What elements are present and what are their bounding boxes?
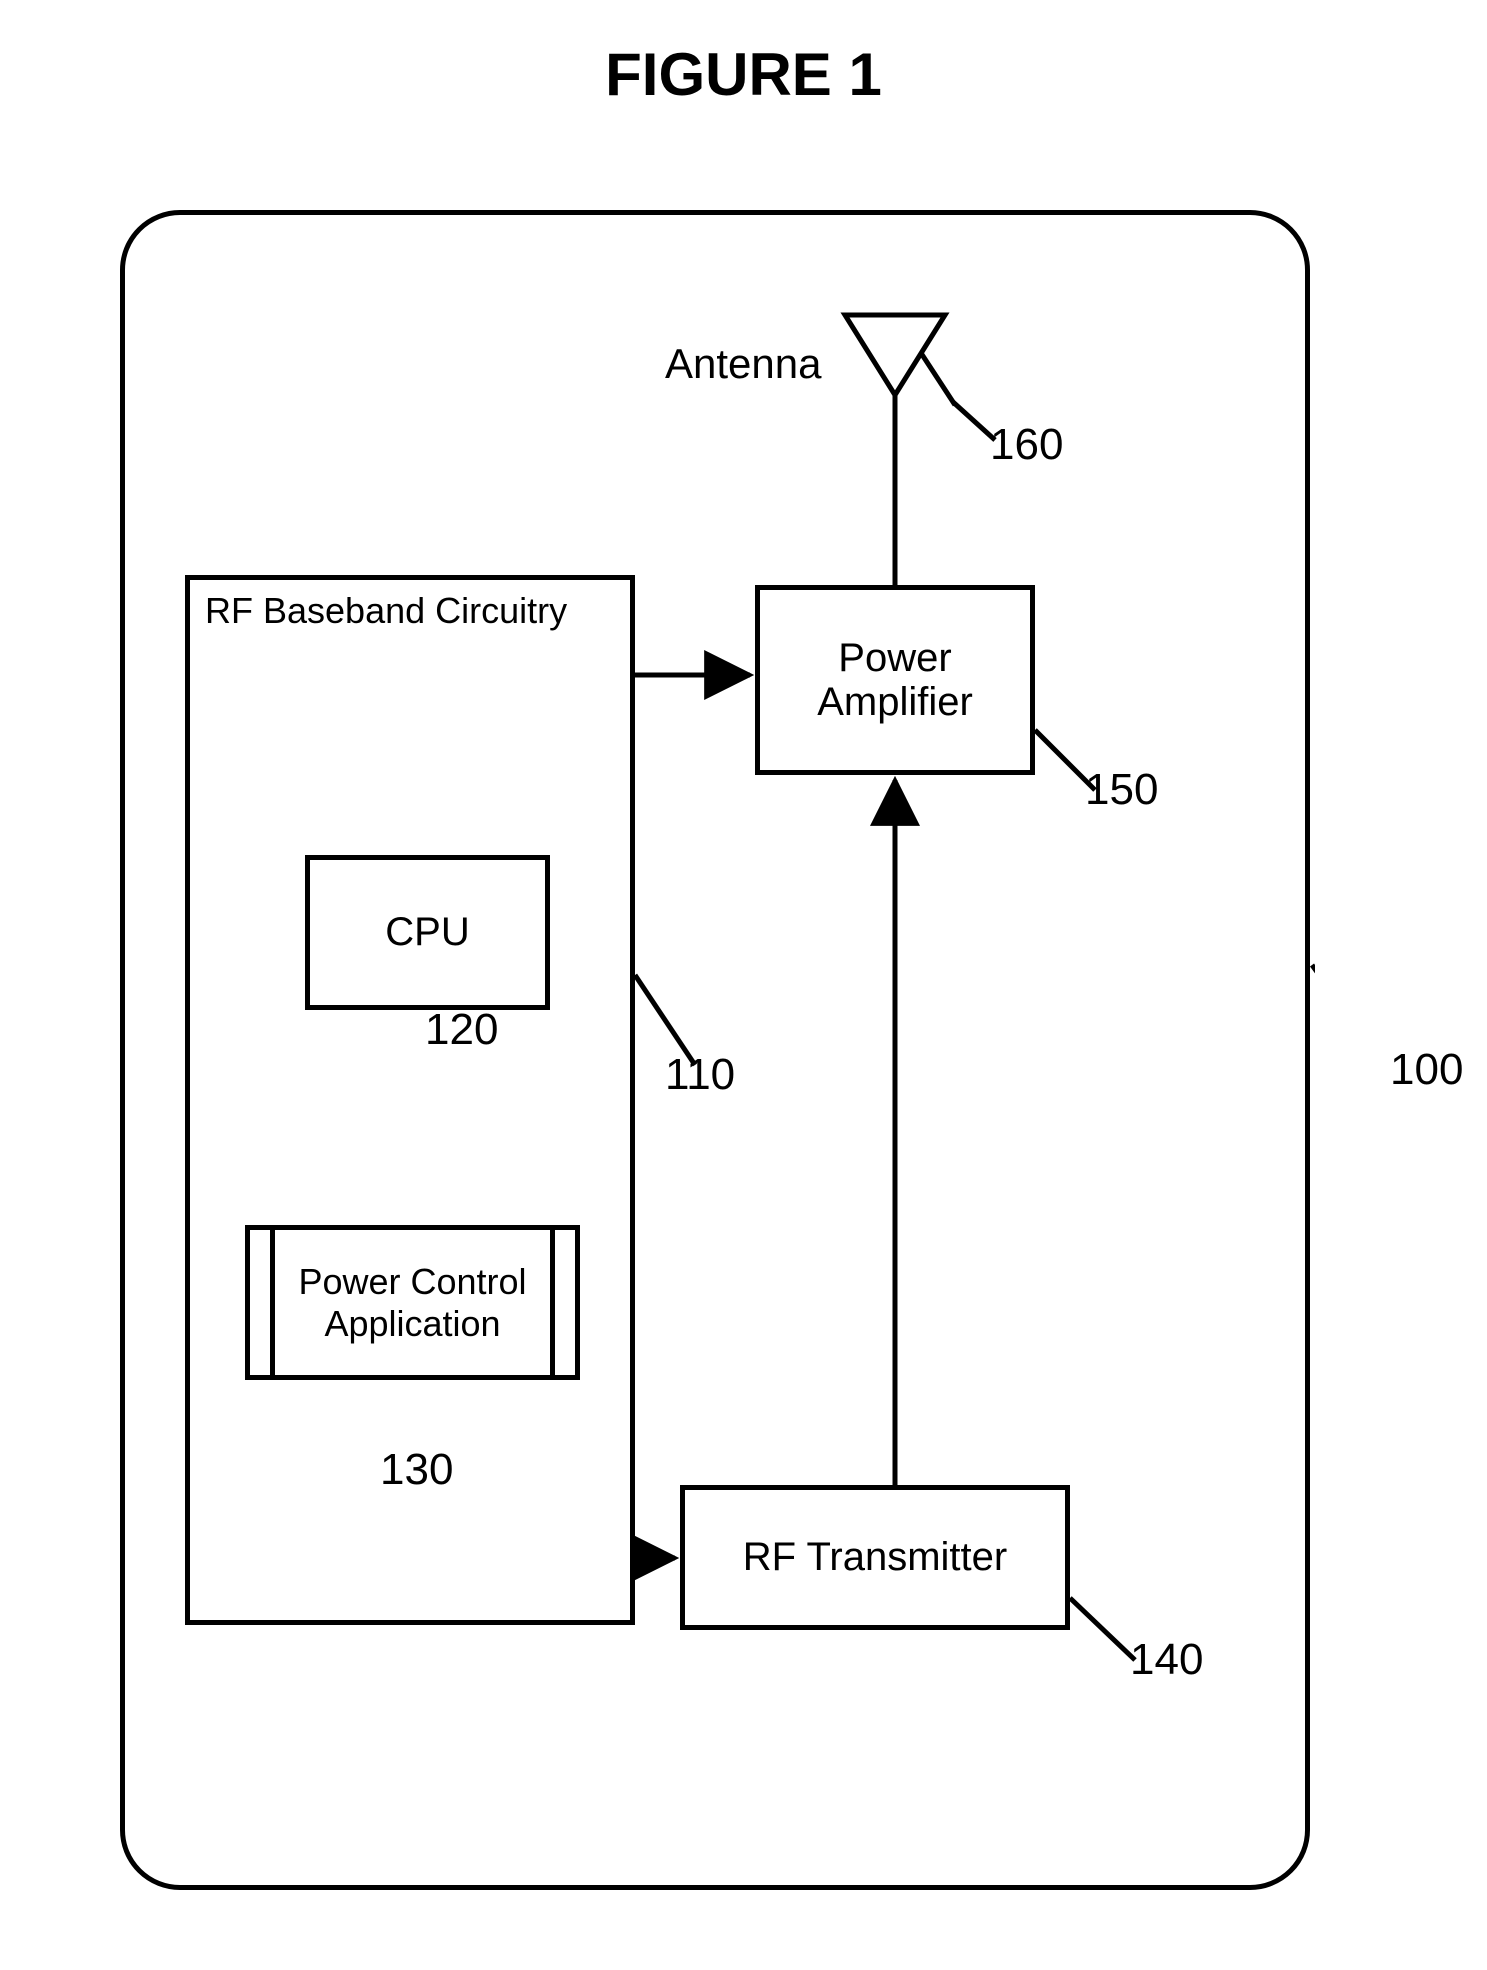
power-amplifier-label: Power Amplifier <box>760 636 1030 724</box>
system-boundary: RF Baseband Circuitry CPU Power Control … <box>120 210 1310 1890</box>
ref-130: 130 <box>380 1445 453 1495</box>
ref-150: 150 <box>1085 765 1158 815</box>
cpu-block: CPU <box>305 855 550 1010</box>
rf-baseband-label: RF Baseband Circuitry <box>205 590 567 632</box>
ref-160: 160 <box>990 420 1063 470</box>
pca-label: Power Control Application <box>275 1230 550 1375</box>
pca-stripe-right <box>550 1230 555 1375</box>
power-control-application-block: Power Control Application <box>245 1225 580 1380</box>
figure-title: FIGURE 1 <box>0 40 1487 109</box>
ref-140: 140 <box>1130 1635 1203 1685</box>
ref-120: 120 <box>425 1005 498 1055</box>
rf-transmitter-block: RF Transmitter <box>680 1485 1070 1630</box>
rf-transmitter-label: RF Transmitter <box>743 1535 1007 1580</box>
antenna-label: Antenna <box>665 340 821 388</box>
page: FIGURE 1 <box>0 0 1487 1970</box>
ref-110: 110 <box>665 1050 735 1100</box>
power-amplifier-block: Power Amplifier <box>755 585 1035 775</box>
cpu-label: CPU <box>385 910 469 955</box>
ref-100: 100 <box>1390 1045 1463 1095</box>
